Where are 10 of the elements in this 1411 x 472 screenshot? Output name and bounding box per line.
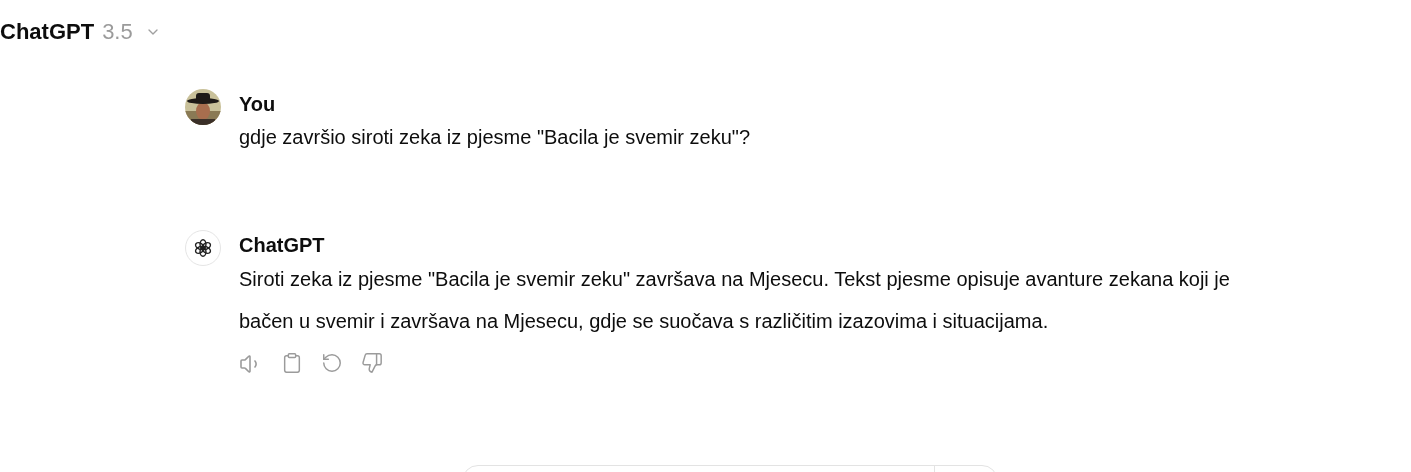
author-name: ChatGPT [239, 233, 326, 258]
model-version: 3.5 [102, 21, 133, 43]
knot-icon [192, 237, 214, 259]
clipboard-icon[interactable] [281, 352, 303, 374]
thumbs-down-icon[interactable] [361, 352, 383, 374]
author-name: You [239, 92, 277, 117]
message-text: Siroti zeka iz pjesme "Bacila je svemir zeku" završava na Mjesecu. Tekst pjesme opisuje avanture zekana koji je bačen u svemir i završava na Mjesecu, gdje se suočava s različitim izazovima i situacijama. [239, 267, 1231, 334]
refresh-icon[interactable] [321, 352, 343, 374]
app-title: ChatGPT [0, 21, 95, 43]
message-text: gdje završio siroti zeka iz pjesme "Bacila je svemir zeku"? [239, 125, 752, 150]
